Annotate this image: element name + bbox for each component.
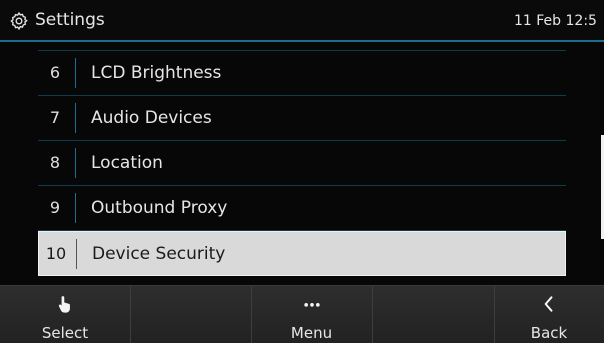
hand-pointer-icon [58, 296, 70, 313]
item-number: 10 [45, 244, 67, 263]
softkey-bar: Select Menu Back [0, 285, 604, 343]
list-item-device-security[interactable]: 10 Device Security [38, 231, 566, 276]
item-label: Outbound Proxy [91, 198, 228, 218]
back-softkey[interactable]: Back [494, 286, 604, 343]
item-number: 6 [49, 63, 61, 82]
item-label: Location [91, 153, 163, 173]
item-separator [75, 58, 76, 88]
list-item-audio-devices[interactable]: 7 Audio Devices [38, 96, 566, 141]
item-label: Audio Devices [91, 108, 212, 128]
list-item-location[interactable]: 8 Location [38, 141, 566, 186]
list-item-lcd-brightness[interactable]: 6 LCD Brightness [38, 51, 566, 96]
chevron-left-icon [544, 296, 553, 312]
item-number: 7 [49, 108, 61, 127]
select-softkey[interactable]: Select [0, 286, 130, 343]
more-dots-icon [303, 303, 320, 307]
back-label: Back [530, 324, 568, 342]
item-separator [76, 239, 77, 269]
menu-label: Menu [290, 324, 333, 342]
header-bar: Settings 11 Feb 12:5 [0, 0, 604, 40]
item-label: Device Security [92, 244, 226, 264]
list-item-outbound-proxy[interactable]: 9 Outbound Proxy [38, 186, 566, 231]
item-number: 8 [49, 153, 61, 172]
softkey-divider [372, 286, 373, 343]
item-separator [75, 148, 76, 178]
menu-softkey[interactable]: Menu [251, 286, 372, 343]
item-label: LCD Brightness [91, 63, 222, 83]
settings-screen: Settings 11 Feb 12:5 6 LCD Brightness 7 … [0, 0, 604, 343]
gear-icon [10, 11, 28, 31]
softkey-divider [130, 286, 131, 343]
select-label: Select [41, 324, 89, 342]
settings-list: 6 LCD Brightness 7 Audio Devices 8 Locat… [38, 51, 566, 276]
date-time: 11 Feb 12:5 [514, 13, 597, 29]
item-number: 9 [49, 198, 61, 217]
item-separator [75, 103, 76, 133]
page-title: Settings [35, 10, 105, 30]
header-divider [0, 40, 604, 42]
item-separator [75, 193, 76, 223]
